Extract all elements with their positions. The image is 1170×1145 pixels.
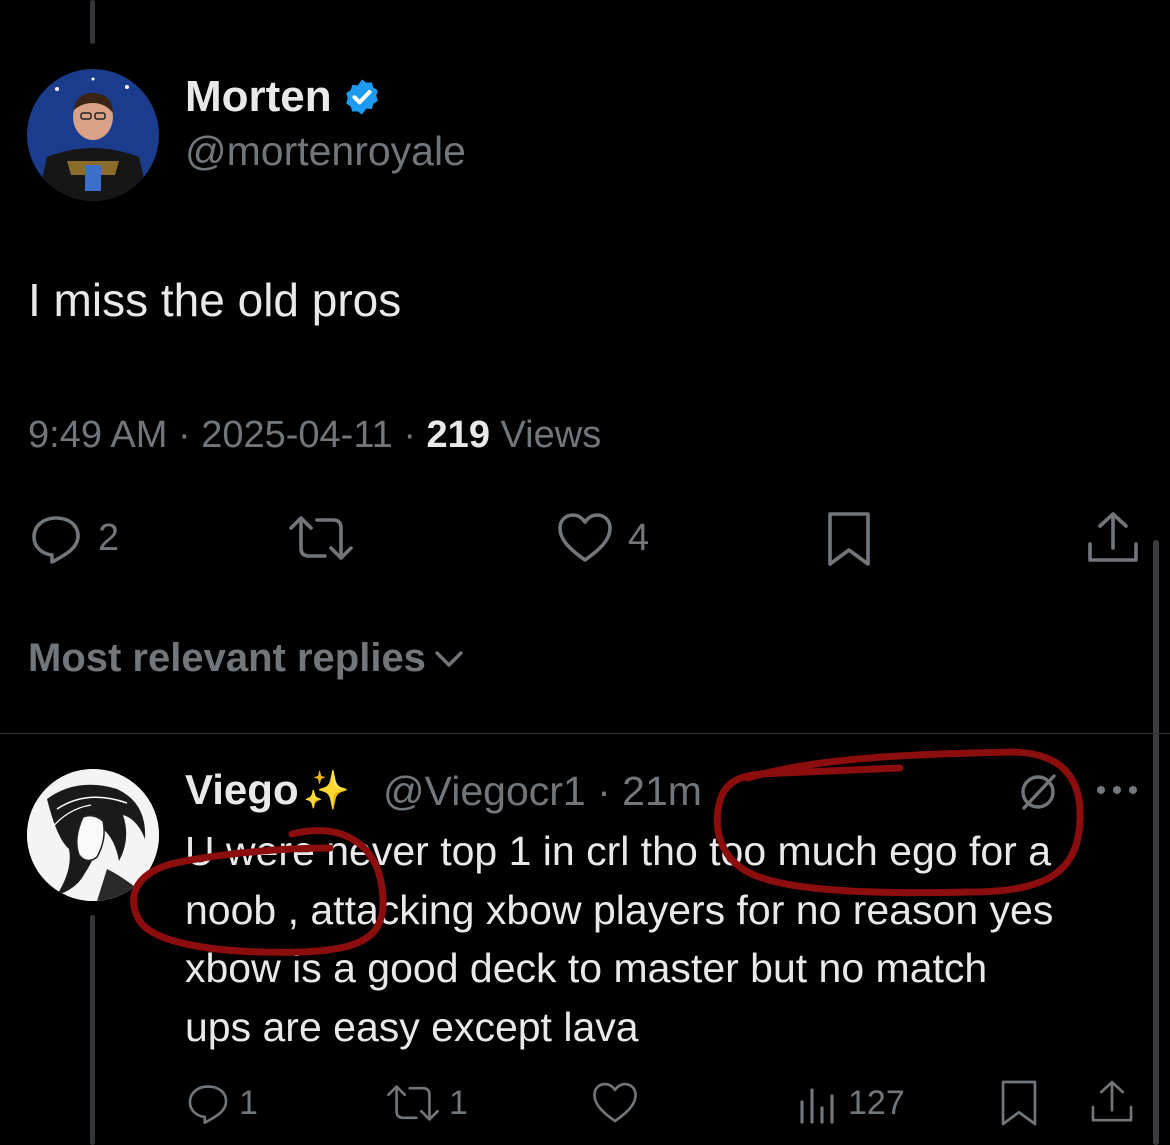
author-name-label: Morten	[185, 72, 332, 121]
section-divider	[0, 733, 1170, 734]
like-button[interactable]: 4	[556, 510, 649, 566]
reply-thread-line	[90, 915, 95, 1145]
bookmark-icon	[828, 512, 870, 566]
author-handle[interactable]: @mortenroyale	[185, 128, 466, 175]
meta-separator: ·	[597, 768, 611, 814]
like-count: 4	[628, 516, 650, 559]
reply-button[interactable]: 2	[28, 510, 119, 566]
more-options-button[interactable]	[1095, 778, 1139, 807]
reply-author-handle[interactable]: @Viegocr1	[383, 768, 586, 814]
tweet-time[interactable]: 9:49 AM	[28, 414, 167, 456]
like-icon	[593, 1082, 637, 1123]
tweet-text: I miss the old pros	[28, 274, 402, 326]
reply-meta: @Viegocr1 · 21m	[383, 768, 702, 815]
tweet-meta: 9:49 AM · 2025-04-11 · 219 Views	[28, 414, 601, 457]
reply-text-line: ups are easy except lava	[185, 1003, 639, 1050]
share-icon	[1088, 512, 1138, 562]
verified-badge-icon	[345, 79, 378, 115]
reply-retweet-count: 1	[449, 1083, 468, 1122]
reply-count: 2	[98, 516, 120, 559]
reply-like-button[interactable]	[590, 1080, 640, 1126]
reply-avatar-image	[27, 769, 159, 901]
like-icon	[558, 513, 612, 562]
meta-separator: ·	[177, 414, 202, 456]
share-button[interactable]	[1084, 510, 1142, 566]
bookmark-icon	[1001, 1080, 1037, 1126]
retweet-icon	[387, 1085, 439, 1121]
reply-author-name-label: Viego	[185, 766, 299, 813]
replies-sort-dropdown[interactable]: Most relevant replies	[28, 636, 466, 681]
replies-sort-label: Most relevant replies	[28, 636, 426, 680]
retweet-button[interactable]	[287, 510, 355, 566]
reply-author-avatar[interactable]	[27, 769, 159, 901]
meta-separator: ·	[403, 414, 427, 456]
reply-retweet-button[interactable]: 1	[385, 1080, 468, 1126]
reply-share-button[interactable]	[1088, 1078, 1136, 1126]
share-icon	[1091, 1080, 1133, 1122]
tweet-date[interactable]: 2025-04-11	[201, 414, 393, 456]
reply-author-name[interactable]: Viego ✨	[185, 766, 350, 814]
grok-icon	[1021, 774, 1056, 810]
author-name[interactable]: Morten	[185, 72, 382, 122]
reply-views-count: 127	[848, 1083, 905, 1122]
reply-icon	[188, 1085, 228, 1125]
reply-time[interactable]: 21m	[622, 768, 702, 814]
reply-views-button[interactable]: 127	[798, 1080, 905, 1126]
avatar-image	[27, 69, 159, 201]
reply-text-line: U were never top 1 in crl tho too much e…	[185, 828, 1052, 874]
chevron-down-icon	[435, 650, 463, 667]
reply-reply-button[interactable]: 1	[185, 1080, 258, 1126]
retweet-icon	[289, 516, 353, 560]
grok-button[interactable]	[1016, 770, 1060, 819]
reply-text: U were never top 1 in crl tho too much e…	[185, 822, 1145, 1056]
sparkles-icon: ✨	[302, 767, 350, 812]
scrollbar[interactable]	[1153, 540, 1159, 1145]
views-count: 219	[426, 414, 490, 456]
author-avatar[interactable]	[27, 69, 159, 201]
views-icon	[800, 1088, 834, 1124]
thread-line-top	[90, 0, 95, 44]
reply-text-line: noob , attacking xbow players for no rea…	[185, 886, 1054, 933]
reply-reply-count: 1	[239, 1083, 258, 1122]
views-label: Views	[500, 414, 602, 456]
reply-text-line: xbow is a good deck to master but no mat…	[185, 945, 988, 991]
reply-bookmark-button[interactable]	[998, 1078, 1040, 1128]
more-icon	[1097, 786, 1137, 794]
reply-icon	[32, 516, 80, 564]
bookmark-button[interactable]	[824, 510, 874, 568]
